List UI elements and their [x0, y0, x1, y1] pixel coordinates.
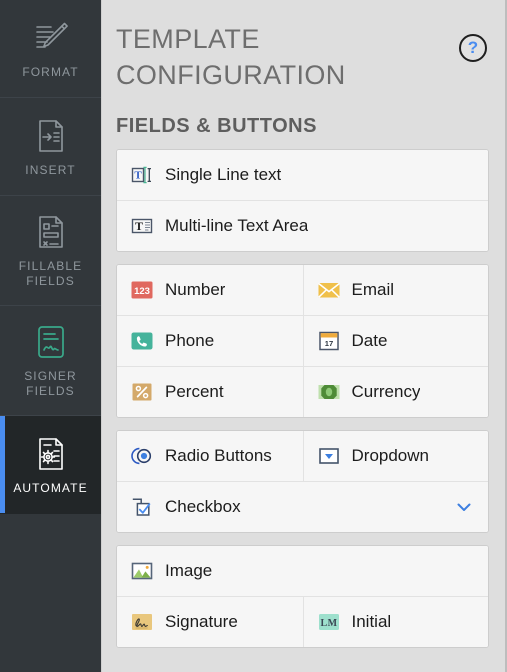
- radio-buttons-icon: [130, 444, 154, 468]
- svg-text:123: 123: [134, 286, 150, 297]
- sidebar-item-label: AUTOMATE: [13, 480, 88, 495]
- list-row: Radio Buttons Dropdown: [117, 431, 488, 482]
- list-row: T Multi-line Text Area: [117, 200, 488, 252]
- left-nav-rail: FORMAT INSERT FILLABLE FIELDS SIGNER FIE…: [0, 0, 101, 672]
- sidebar-item-automate[interactable]: AUTOMATE: [0, 416, 101, 514]
- field-groups: T Single Line text T Multi-line Text Are…: [102, 149, 505, 649]
- field-item-signature[interactable]: Signature: [117, 597, 303, 648]
- list-row: T Single Line text: [117, 150, 488, 201]
- field-item-label: Checkbox: [165, 497, 241, 517]
- field-item-label: Currency: [351, 382, 421, 402]
- field-item-checkbox[interactable]: Checkbox: [117, 482, 488, 533]
- field-item-label: Radio Buttons: [165, 446, 272, 466]
- section-title-fields-and-buttons: FIELDS & BUTTONS: [116, 115, 317, 138]
- sidebar-item-label: SIGNER FIELDS: [24, 369, 77, 398]
- field-item-label: Initial: [351, 612, 392, 632]
- list-row: Image: [117, 546, 488, 597]
- panel-header: TEMPLATE CONFIGURATION ?: [102, 0, 505, 93]
- field-item-number[interactable]: 123 Number: [117, 265, 303, 316]
- data-fields-group: 123 Number Email Phone 17 Date Percent C…: [116, 264, 489, 419]
- sidebar-item-fillable-fields[interactable]: FILLABLE FIELDS: [0, 196, 101, 306]
- media-fields-group: Image Signature LM Initial: [116, 545, 489, 649]
- sidebar-item-insert[interactable]: INSERT: [0, 98, 101, 196]
- field-item-image[interactable]: Image: [117, 546, 488, 597]
- initial-icon: LM: [317, 610, 341, 634]
- list-row: Percent Currency: [117, 366, 488, 418]
- field-item-phone[interactable]: Phone: [117, 316, 303, 367]
- sidebar-item-format[interactable]: FORMAT: [0, 0, 101, 98]
- dropdown-icon: [317, 444, 341, 468]
- automate-gear-icon: [31, 434, 71, 474]
- field-item-currency[interactable]: Currency: [302, 367, 488, 418]
- sidebar-item-label: FILLABLE FIELDS: [18, 259, 83, 288]
- list-row: Checkbox: [117, 481, 488, 533]
- field-item-label: Phone: [165, 331, 215, 351]
- signer-fields-icon: [31, 322, 71, 362]
- field-item-percent[interactable]: Percent: [117, 367, 303, 418]
- field-item-date[interactable]: 17 Date: [302, 316, 488, 367]
- insert-document-icon: [31, 116, 71, 156]
- single-line-text-icon: T: [130, 163, 154, 187]
- rail-filler: [0, 514, 101, 672]
- svg-text:T: T: [135, 219, 143, 233]
- help-button[interactable]: ?: [459, 34, 487, 62]
- field-item-email[interactable]: Email: [302, 265, 488, 316]
- format-brush-icon: [31, 18, 71, 58]
- checkbox-icon: [130, 495, 154, 519]
- svg-text:LM: LM: [320, 618, 337, 629]
- sidebar-item-signer-fields[interactable]: SIGNER FIELDS: [0, 306, 101, 416]
- phone-icon: [130, 329, 154, 353]
- sidebar-item-label: FORMAT: [22, 64, 79, 79]
- list-row: 123 Number Email: [117, 265, 488, 316]
- field-item-label: Signature: [165, 612, 238, 632]
- field-item-single-line-text[interactable]: T Single Line text: [117, 150, 488, 201]
- field-item-radio-buttons[interactable]: Radio Buttons: [117, 431, 303, 482]
- sidebar-item-label: INSERT: [25, 162, 76, 177]
- field-item-initial[interactable]: LM Initial: [302, 597, 488, 648]
- field-item-label: Dropdown: [351, 446, 430, 466]
- percent-icon: [130, 380, 154, 404]
- list-row: Signature LM Initial: [117, 596, 488, 648]
- svg-text:T: T: [134, 170, 142, 182]
- field-item-label: Multi-line Text Area: [165, 216, 309, 236]
- number-icon: 123: [130, 278, 154, 302]
- fillable-fields-icon: [31, 212, 71, 252]
- text-fields-group: T Single Line text T Multi-line Text Are…: [116, 149, 489, 253]
- list-row: Phone 17 Date: [117, 315, 488, 367]
- signature-icon: [130, 610, 154, 634]
- field-item-label: Date: [351, 331, 388, 351]
- multi-line-text-icon: T: [130, 214, 154, 238]
- field-item-label: Image: [165, 561, 213, 581]
- image-icon: [130, 559, 154, 583]
- email-icon: [317, 278, 341, 302]
- field-item-multi-line-text-area[interactable]: T Multi-line Text Area: [117, 201, 488, 252]
- page-title: TEMPLATE CONFIGURATION: [116, 24, 346, 90]
- configuration-panel: TEMPLATE CONFIGURATION ? FIELDS & BUTTON…: [101, 0, 505, 672]
- field-item-label: Single Line text: [165, 165, 282, 185]
- template-configuration-window: FORMAT INSERT FILLABLE FIELDS SIGNER FIE…: [0, 0, 507, 672]
- date-icon: 17: [317, 329, 341, 353]
- field-item-label: Percent: [165, 382, 224, 402]
- currency-icon: [317, 380, 341, 404]
- field-item-label: Number: [165, 280, 226, 300]
- chevron-down-icon[interactable]: [454, 497, 478, 517]
- choice-fields-group: Radio Buttons Dropdown Checkbox: [116, 430, 489, 534]
- field-item-dropdown[interactable]: Dropdown: [302, 431, 488, 482]
- field-item-label: Email: [351, 280, 395, 300]
- svg-text:17: 17: [324, 339, 332, 348]
